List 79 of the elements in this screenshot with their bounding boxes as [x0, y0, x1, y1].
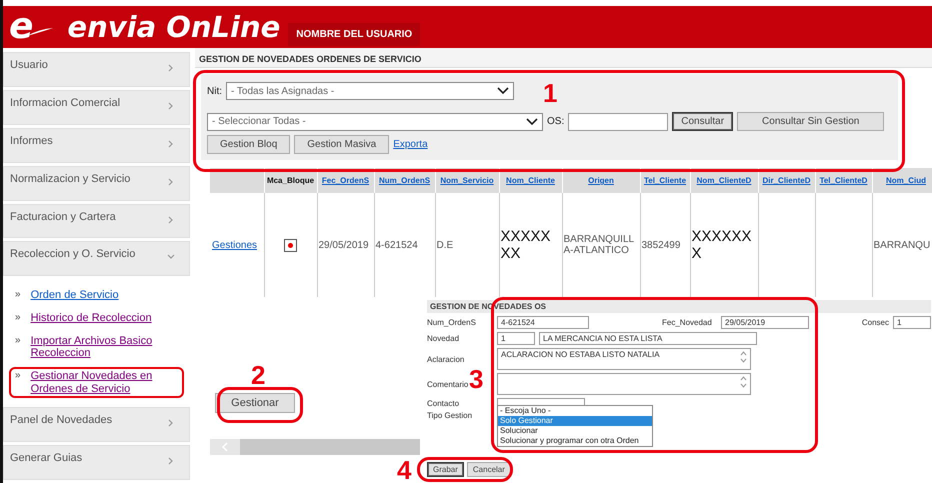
query-button[interactable]: Consultar Sin Gestion — [737, 112, 884, 131]
field-label: Consec — [862, 318, 889, 327]
sidebar-item[interactable]: Panel de Novedades — [3, 407, 190, 442]
annotation-number: 2 — [251, 362, 266, 388]
bullet: » — [15, 370, 21, 381]
export-link[interactable]: Exporta — [393, 139, 428, 150]
gestionar-button[interactable]: Gestionar — [215, 393, 295, 413]
page-title: GESTION DE NOVEDADES ORDENES DE SERVICIO — [195, 48, 932, 68]
scroll-arrows-icon — [740, 375, 747, 389]
field-label: Num_OrdenS — [427, 318, 477, 327]
nit-select[interactable]: - Todas las Asignadas - — [226, 82, 514, 100]
sidebar-item[interactable]: Informacion Comercial — [3, 90, 190, 125]
chevron-right-icon — [167, 178, 175, 186]
sidebar-item[interactable]: Generar Guias — [3, 445, 190, 480]
annotation-number: 1 — [543, 80, 558, 106]
annotation-number: 3 — [469, 366, 484, 392]
sidebar-item[interactable]: Recoleccion y O. Servicio — [3, 241, 190, 276]
sidebar-item[interactable]: Informes — [3, 128, 190, 163]
chevron-right-icon — [167, 140, 175, 148]
sidebar-item[interactable]: Usuario — [3, 52, 190, 87]
scroll-arrows-icon — [740, 350, 747, 364]
logo-text: envia OnLine — [67, 10, 280, 44]
table-cell: 3852499 — [642, 240, 680, 250]
chevron-down-icon — [167, 253, 175, 262]
field-label: Nit: — [207, 86, 222, 96]
annotation-number: 4 — [397, 457, 412, 483]
bullet: » — [15, 289, 21, 300]
novedad-code-field[interactable]: 1 — [497, 332, 535, 345]
submenu-link[interactable]: Gestionar Novedades en Ordenes de Servicio — [30, 370, 178, 396]
action-button[interactable]: Gestion Masiva — [294, 135, 390, 154]
field-label: OS: — [547, 116, 564, 127]
logo-mark: e — [9, 9, 34, 45]
column-header: Mca_Bloque — [266, 176, 314, 185]
field-label: Novedad — [427, 334, 460, 343]
chevron-right-icon — [167, 64, 175, 72]
chevron-right-icon — [167, 419, 175, 428]
form-button[interactable]: Cancelar — [466, 462, 511, 477]
sidebar-item[interactable]: Facturacion y Cartera — [3, 204, 190, 238]
sidebar-item[interactable]: Normalizacion y Servicio — [3, 166, 190, 201]
table-cell: D.E — [436, 240, 454, 250]
column-header-link[interactable]: Origen — [588, 176, 614, 185]
consec-field[interactable]: 1 — [893, 316, 931, 329]
table-cell: BARRANQUILLA-ATLANTICO — [564, 234, 634, 256]
chevron-right-icon — [167, 457, 175, 466]
tipo-gestion-listbox[interactable]: - Escoja Uno - Solo Gestionar Solucionar Solucionar y programar con otra Orden — [497, 405, 653, 447]
submenu-link[interactable]: Historico de Recoleccion — [30, 312, 152, 325]
field-label: Tipo Gestion — [427, 411, 474, 420]
form-button[interactable]: Grabar — [427, 462, 464, 477]
row-link[interactable]: Gestiones — [211, 240, 258, 250]
service-select[interactable]: - Seleccionar Todas - — [207, 112, 543, 130]
caret-icon — [526, 118, 538, 126]
scroll-left-icon — [222, 442, 228, 452]
user-name: NOMBRE DEL USUARIO — [288, 23, 420, 46]
chevron-right-icon — [167, 102, 175, 110]
os-input[interactable] — [568, 112, 668, 130]
table-cell: 29/05/2019 — [318, 240, 369, 250]
order-number-field[interactable]: 4-621524 — [497, 316, 589, 329]
bullet: » — [15, 334, 21, 346]
caret-icon — [497, 87, 509, 95]
bullet: » — [15, 312, 21, 323]
table-cell: XXXXXXX — [500, 228, 551, 262]
date-field[interactable]: 29/05/2019 — [721, 316, 809, 329]
chevron-right-icon — [167, 216, 175, 224]
aclaracion-textarea[interactable]: ACLARACION NO ESTABA LISTO NATALIA — [497, 348, 751, 370]
table-cell: XXXXXXX — [692, 228, 752, 262]
field-label: Aclaracion — [427, 354, 466, 364]
table-cell: 4-621524 — [376, 240, 418, 250]
query-button[interactable]: Consultar — [672, 112, 734, 131]
field-label: Contacto — [427, 398, 460, 408]
horizontal-scrollbar[interactable] — [210, 439, 420, 455]
field-label: Comentario — [427, 380, 470, 388]
list-option[interactable]: Solo Gestionar — [498, 416, 652, 426]
field-label: Fec_Novedad — [662, 318, 713, 327]
submenu-link[interactable]: Importar Archivos Basico Recoleccion — [30, 334, 178, 360]
novedad-text-field[interactable]: LA MERCANCIA NO ESTA LISTA — [539, 332, 757, 345]
submenu-link[interactable]: Orden de Servicio — [30, 289, 119, 302]
comentario-textarea[interactable] — [497, 373, 751, 395]
table-cell: BARRANQU — [874, 240, 930, 250]
action-button[interactable]: Gestion Bloq — [207, 135, 290, 154]
